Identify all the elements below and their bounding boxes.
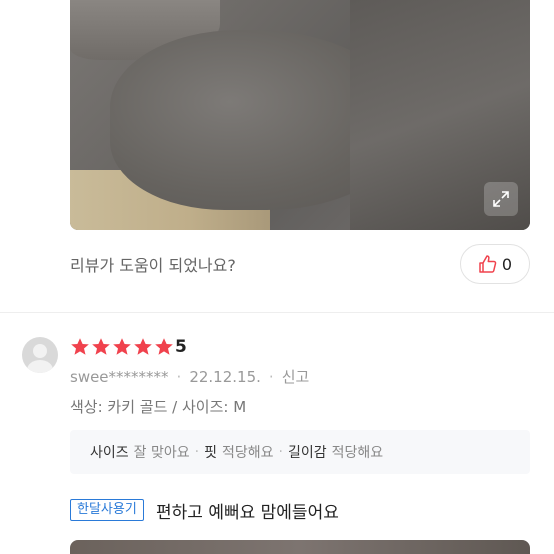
star-icon	[134, 338, 152, 355]
star-icon	[92, 338, 110, 355]
fit-summary: 사이즈 잘 맞아요 · 핏 적당해요 · 길이감 적당해요	[70, 430, 530, 474]
meta-separator: ·	[268, 367, 274, 386]
fit-value-size: 잘 맞아요	[133, 445, 190, 461]
fit-value-fit: 적당해요	[221, 445, 274, 461]
fit-key-fit: 핏	[204, 445, 217, 461]
review-meta: swee******** · 22.12.15. · 신고	[70, 366, 309, 387]
fit-separator: ·	[194, 444, 200, 460]
fit-value-length: 적당해요	[331, 445, 384, 461]
rating-number: 5	[175, 337, 187, 357]
expand-photo-button[interactable]	[484, 182, 518, 216]
meta-separator: ·	[176, 367, 182, 386]
like-count: 0	[501, 254, 513, 274]
fit-key-length: 길이감	[287, 445, 327, 461]
review-photo[interactable]	[70, 540, 530, 554]
fit-separator: ·	[278, 444, 283, 460]
review-divider	[0, 312, 554, 313]
review-date: 22.12.15.	[189, 367, 261, 386]
review-text: 편하고 예뻐요 맘에들어요	[156, 503, 339, 523]
star-icon	[155, 338, 173, 355]
thumbs-up-icon	[479, 255, 497, 273]
fit-key-size: 사이즈	[90, 445, 129, 461]
helpful-question: 리뷰가 도움이 되었나요?	[70, 256, 236, 275]
like-button[interactable]: 0	[460, 244, 530, 284]
star-rating	[70, 337, 174, 357]
purchase-option: 색상: 카키 골드 / 사이즈: M	[70, 398, 247, 416]
review-tag: 한달사용기	[70, 499, 144, 521]
star-icon	[71, 338, 89, 355]
expand-icon	[493, 191, 509, 207]
star-icon	[113, 338, 131, 355]
username: swee********	[70, 367, 169, 386]
report-link[interactable]: 신고	[282, 366, 310, 387]
review-photo[interactable]	[70, 0, 530, 230]
user-avatar-icon	[22, 337, 58, 373]
